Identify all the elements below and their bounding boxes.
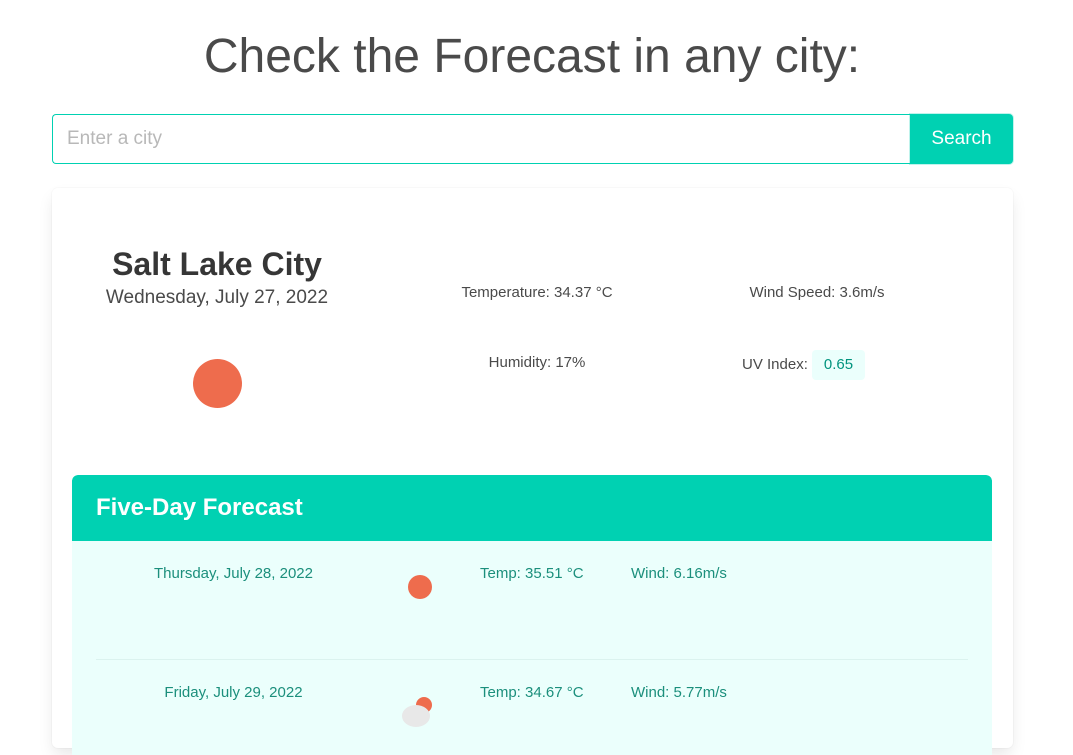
sun-icon [408,575,432,599]
current-temperature: Temperature: 34.37 °C [461,284,613,301]
forecast-wind: Wind: 6.16m/s [631,565,727,582]
forecast-row: Thursday, July 28, 2022 Temp: 35.51 °C W… [96,541,968,660]
current-humidity: Humidity: 17% [488,354,586,371]
forecast-temp: Temp: 35.51 °C [480,565,584,582]
forecast-date: Friday, July 29, 2022 [164,684,303,701]
uv-index: UV Index: 0.65 [742,350,866,380]
search-bar: Search [52,114,1013,164]
forecast-date: Thursday, July 28, 2022 [154,565,313,582]
page-title: Check the Forecast in any city: [203,30,861,83]
uv-index-badge: 0.65 [811,350,866,380]
sun-icon [193,359,242,408]
current-date: Wednesday, July 27, 2022 [105,287,329,308]
uv-index-label: UV Index: [742,356,808,373]
search-button[interactable]: Search [910,114,1013,164]
forecast-wind: Wind: 5.77m/s [631,684,727,701]
city-name: Salt Lake City [112,246,322,282]
partly-cloudy-icon [402,697,432,727]
five-day-forecast: Five-Day Forecast Thursday, July 28, 202… [72,475,992,755]
current-wind-speed: Wind Speed: 3.6m/s [749,284,885,301]
forecast-row: Friday, July 29, 2022 Temp: 34.67 °C Win… [96,660,968,755]
city-search-input[interactable] [52,114,910,164]
forecast-temp: Temp: 34.67 °C [480,684,584,701]
forecast-title: Five-Day Forecast [72,475,992,541]
weather-card: Salt Lake City Wednesday, July 27, 2022 … [52,188,1013,755]
